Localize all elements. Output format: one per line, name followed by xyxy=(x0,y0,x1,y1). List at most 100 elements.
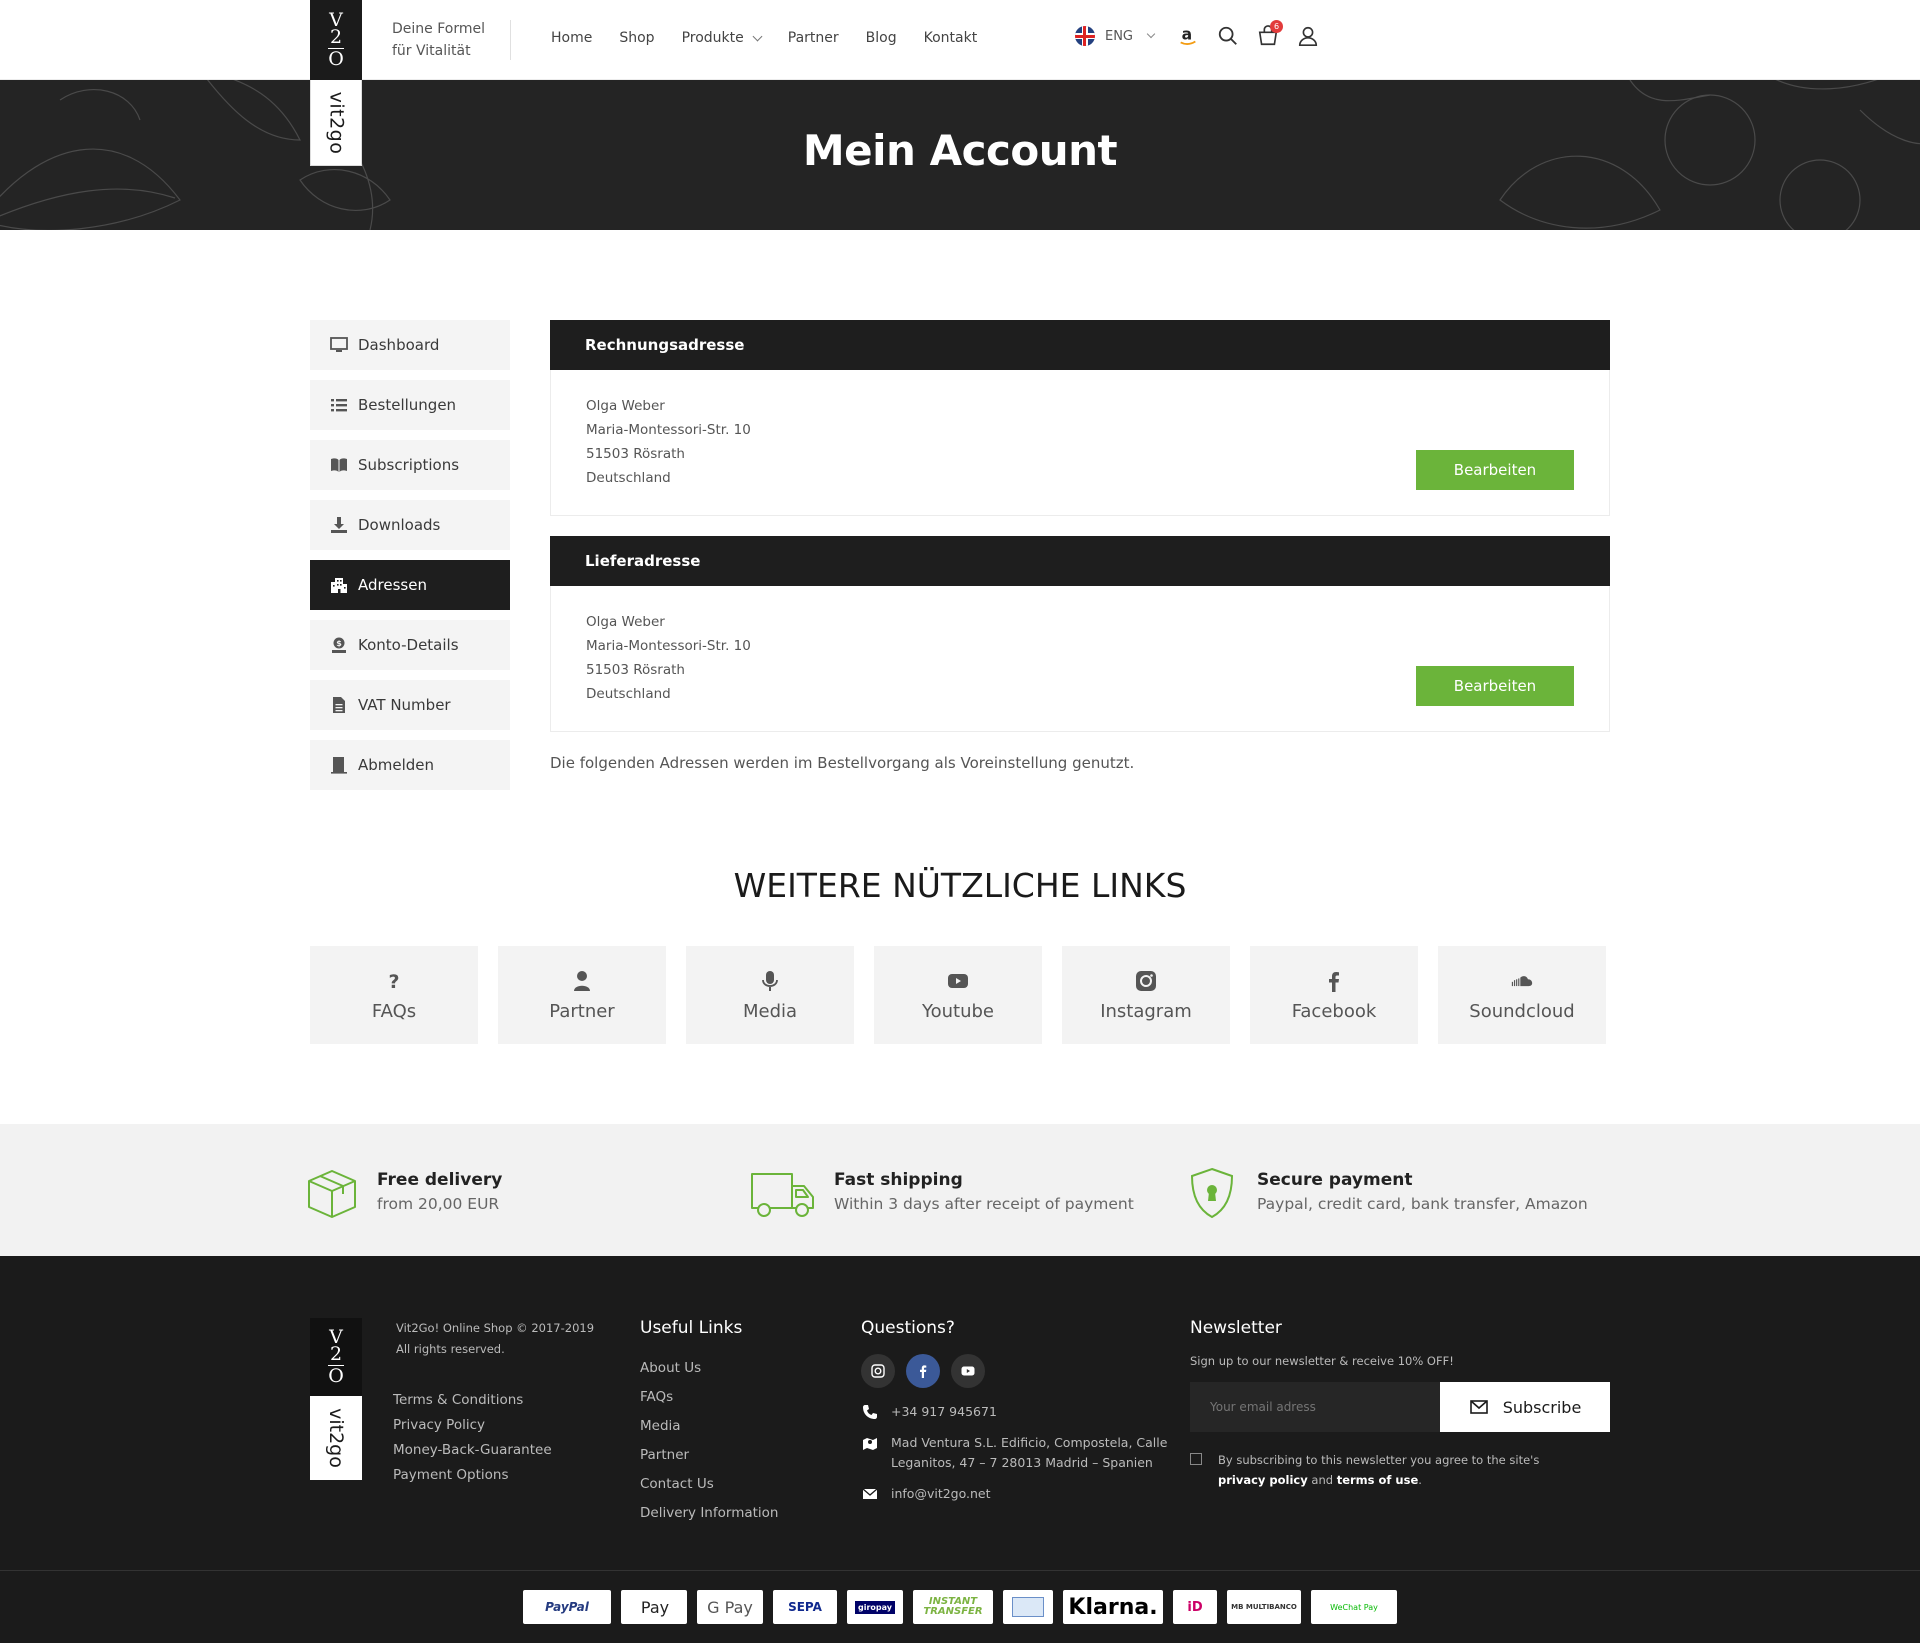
shipping-address-title: Lieferadresse xyxy=(550,536,1610,586)
person-icon xyxy=(570,969,594,993)
contact-phone: +34 917 945671 xyxy=(861,1402,1167,1422)
uk-flag-icon[interactable] xyxy=(1074,26,1095,46)
logo-monogram: V 2 O xyxy=(310,0,362,80)
address-note: Die folgenden Adressen werden im Bestell… xyxy=(550,754,1135,772)
subscribe-button[interactable]: Subscribe xyxy=(1440,1382,1610,1432)
svg-text:$: $ xyxy=(336,639,342,648)
microphone-icon xyxy=(758,969,782,993)
link-tile-youtube[interactable]: Youtube xyxy=(874,946,1042,1044)
sidebar-item-dashboard[interactable]: Dashboard xyxy=(310,320,510,370)
sidebar-item-konto-details[interactable]: $ Konto-Details xyxy=(310,620,510,670)
sidebar-item-abmelden[interactable]: Abmelden xyxy=(310,740,510,790)
billing-address-card: Rechnungsadresse Olga Weber Maria-Montes… xyxy=(550,320,1610,516)
features-band: Free delivery from 20,00 EUR Fast shippin… xyxy=(0,1124,1920,1256)
social-links xyxy=(861,1354,1167,1388)
chevron-down-icon xyxy=(752,31,763,41)
privacy-link[interactable]: Privacy Policy xyxy=(393,1413,552,1438)
footer-link-contact[interactable]: Contact Us xyxy=(640,1470,778,1499)
apple-pay-logo: Pay xyxy=(621,1590,687,1624)
facebook-icon xyxy=(1322,969,1346,993)
site-footer: V 2 O vit2go Vit2Go! Online Shop © 2017-… xyxy=(0,1256,1920,1643)
question-icon: ? xyxy=(382,969,406,993)
money-back-link[interactable]: Money-Back-Guarantee xyxy=(393,1438,552,1463)
instagram-icon[interactable] xyxy=(861,1354,895,1388)
sidebar-item-bestellungen[interactable]: Bestellungen xyxy=(310,380,510,430)
footer-link-partner[interactable]: Partner xyxy=(640,1441,778,1470)
chevron-down-icon xyxy=(1146,29,1156,39)
sidebar-item-subscriptions[interactable]: Subscriptions xyxy=(310,440,510,490)
nav-produkte[interactable]: Produkte xyxy=(682,30,763,46)
sidebar-item-vat-number[interactable]: VAT Number xyxy=(310,680,510,730)
link-tile-faqs[interactable]: ? FAQs xyxy=(310,946,478,1044)
shield-lock-icon xyxy=(1185,1166,1239,1224)
card-icon xyxy=(1012,1597,1044,1617)
terms-link[interactable]: Terms & Conditions xyxy=(393,1388,552,1413)
useful-links-title: WEITERE NÜTZLICHE LINKS xyxy=(733,866,1187,905)
svg-text:a: a xyxy=(1182,26,1193,44)
privacy-policy-link[interactable]: privacy policy xyxy=(1218,1473,1308,1487)
link-tile-soundcloud[interactable]: Soundcloud xyxy=(1438,946,1606,1044)
envelope-icon xyxy=(1469,1400,1488,1414)
footer-link-about[interactable]: About Us xyxy=(640,1354,778,1383)
youtube-icon[interactable] xyxy=(951,1354,985,1388)
nav-home[interactable]: Home xyxy=(551,30,592,46)
newsletter-email-input[interactable] xyxy=(1190,1382,1440,1432)
cart-icon[interactable]: 6 xyxy=(1256,20,1283,48)
site-header: Deine Formel für Vitalität Home Shop Pro… xyxy=(0,0,1920,80)
payment-options-link[interactable]: Payment Options xyxy=(393,1463,552,1488)
payment-methods: PayPal Pay G Pay SEPA giropay INSTANT TR… xyxy=(0,1590,1920,1624)
footer-questions: Questions? +34 917 945671 Mad Ventura S.… xyxy=(861,1318,1167,1515)
questions-heading: Questions? xyxy=(861,1318,955,1338)
language-select[interactable]: ENG xyxy=(1105,29,1156,44)
footer-link-delivery[interactable]: Delivery Information xyxy=(640,1499,778,1528)
svg-text:?: ? xyxy=(388,971,399,992)
address-street: Maria-Montessori-Str. 10 xyxy=(586,638,751,654)
contact-address: Mad Ventura S.L. Edificio, Compostela, C… xyxy=(861,1433,1167,1473)
main-nav: Home Shop Produkte Partner Blog Kontakt xyxy=(551,30,1004,46)
account-sidebar: Dashboard Bestellungen Subscriptions Dow… xyxy=(310,320,510,800)
address-name: Olga Weber xyxy=(586,614,665,630)
consent-checkbox[interactable] xyxy=(1190,1453,1202,1465)
footer-divider xyxy=(0,1570,1920,1571)
footer-link-media[interactable]: Media xyxy=(640,1412,778,1441)
contact-email: info@vit2go.net xyxy=(861,1484,1167,1504)
multibanco-logo: MB MULTIBANCO xyxy=(1227,1590,1301,1624)
link-tile-media[interactable]: Media xyxy=(686,946,854,1044)
paypal-logo: PayPal xyxy=(523,1590,611,1624)
nav-blog[interactable]: Blog xyxy=(866,30,897,46)
billing-address-body: Olga Weber Maria-Montessori-Str. 10 5150… xyxy=(550,370,1610,516)
phone-icon xyxy=(861,1402,879,1420)
facebook-icon[interactable] xyxy=(906,1354,940,1388)
user-icon[interactable] xyxy=(1296,24,1320,48)
link-tile-facebook[interactable]: Facebook xyxy=(1250,946,1418,1044)
edit-shipping-button[interactable]: Bearbeiten xyxy=(1416,666,1574,706)
copyright: Vit2Go! Online Shop © 2017-2019 All righ… xyxy=(396,1321,595,1356)
footer-link-faqs[interactable]: FAQs xyxy=(640,1383,778,1412)
nav-kontakt[interactable]: Kontakt xyxy=(924,30,978,46)
giropay-logo: giropay xyxy=(847,1590,903,1624)
newsletter-subtitle: Sign up to our newsletter & receive 10% … xyxy=(1190,1354,1454,1368)
bank-card-logo xyxy=(1003,1590,1053,1624)
newsletter-consent: By subscribing to this newsletter you ag… xyxy=(1190,1450,1610,1490)
truck-icon xyxy=(750,1166,816,1224)
search-icon[interactable] xyxy=(1216,24,1240,48)
header-divider xyxy=(510,20,511,60)
terms-of-use-link[interactable]: terms of use xyxy=(1337,1473,1419,1487)
shipping-address-card: Lieferadresse Olga Weber Maria-Montessor… xyxy=(550,536,1610,732)
link-tile-instagram[interactable]: Instagram xyxy=(1062,946,1230,1044)
ideal-logo: iD xyxy=(1173,1590,1217,1624)
sidebar-item-adressen[interactable]: Adressen xyxy=(310,560,510,610)
sidebar-item-downloads[interactable]: Downloads xyxy=(310,500,510,550)
legal-links: Terms & Conditions Privacy Policy Money-… xyxy=(393,1388,552,1488)
site-logo[interactable]: V 2 O vit2go xyxy=(310,0,362,166)
list-icon xyxy=(330,396,348,414)
edit-billing-button[interactable]: Bearbeiten xyxy=(1416,450,1574,490)
amazon-icon[interactable]: a xyxy=(1176,24,1200,48)
logo-wordmark: vit2go xyxy=(310,80,362,166)
footer-logo[interactable]: V 2 O vit2go xyxy=(310,1318,362,1480)
nav-shop[interactable]: Shop xyxy=(619,30,654,46)
youtube-icon xyxy=(946,969,970,993)
nav-partner[interactable]: Partner xyxy=(788,30,839,46)
footer-useful-links: Useful Links About Us FAQs Media Partner… xyxy=(640,1318,778,1528)
link-tile-partner[interactable]: Partner xyxy=(498,946,666,1044)
